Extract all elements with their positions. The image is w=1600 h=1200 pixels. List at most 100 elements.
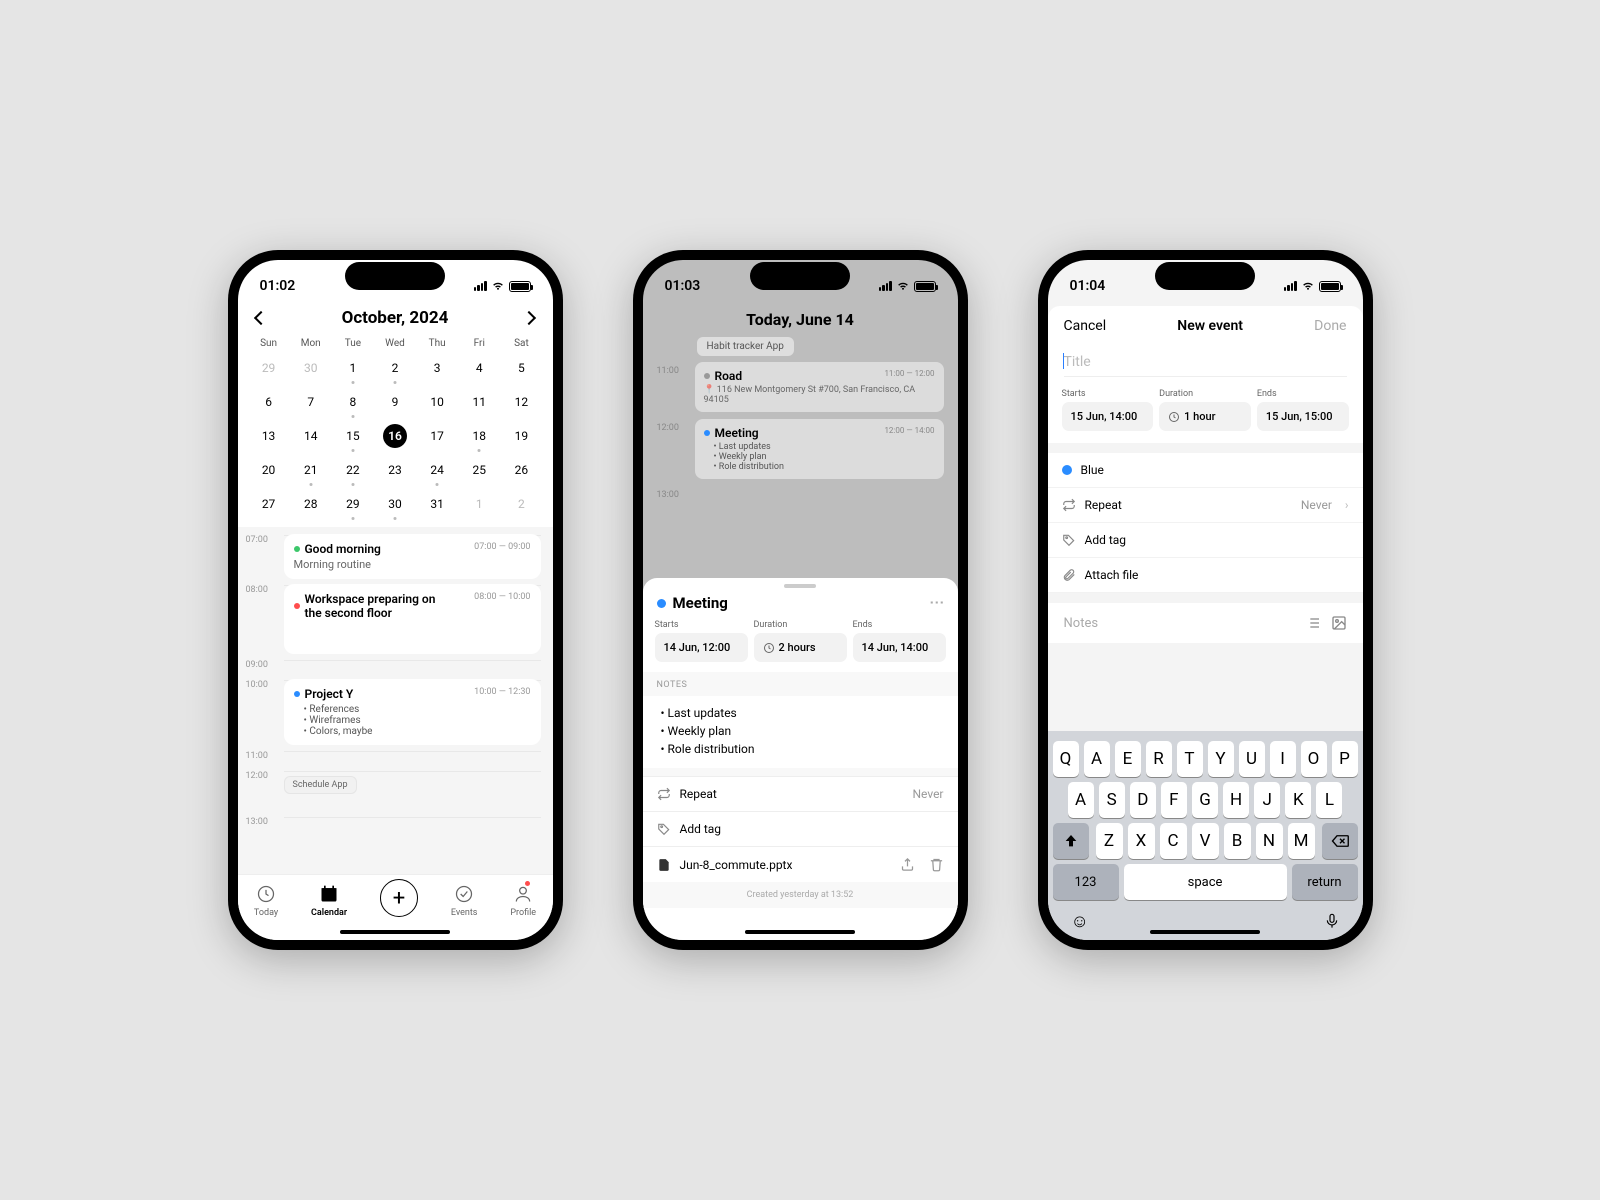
calendar-day[interactable]: 8: [332, 385, 374, 419]
image-icon[interactable]: [1331, 615, 1347, 631]
calendar-day[interactable]: 10: [416, 385, 458, 419]
month-title[interactable]: October, 2024: [342, 308, 449, 328]
tab-events[interactable]: Events: [451, 883, 478, 918]
calendar-day[interactable]: 16: [374, 419, 416, 453]
event-card[interactable]: 08:00 — 10:00 Workspace preparing on the…: [284, 584, 541, 654]
key[interactable]: M: [1288, 823, 1315, 859]
calendar-day[interactable]: 4: [458, 351, 500, 385]
trash-icon[interactable]: [929, 857, 944, 872]
mic-key[interactable]: [1324, 911, 1340, 932]
add-tag-row[interactable]: Add tag: [1048, 523, 1363, 558]
ends-button[interactable]: 14 Jun, 14:00: [853, 633, 946, 662]
notes-input[interactable]: Notes: [1048, 603, 1363, 643]
key[interactable]: X: [1128, 823, 1155, 859]
key[interactable]: V: [1192, 823, 1219, 859]
key[interactable]: S: [1099, 782, 1125, 818]
home-indicator[interactable]: [745, 930, 855, 934]
key[interactable]: Q: [1053, 741, 1079, 777]
calendar-day[interactable]: 6: [248, 385, 290, 419]
more-icon[interactable]: ⋮: [928, 596, 944, 611]
next-month-button[interactable]: [522, 311, 536, 325]
calendar-day[interactable]: 30: [374, 487, 416, 521]
calendar-day[interactable]: 2: [374, 351, 416, 385]
key[interactable]: K: [1285, 782, 1311, 818]
key[interactable]: A: [1068, 782, 1094, 818]
calendar-day[interactable]: 20: [248, 453, 290, 487]
event-badge[interactable]: Schedule App: [284, 776, 357, 794]
calendar-day[interactable]: 11: [458, 385, 500, 419]
key[interactable]: T: [1177, 741, 1203, 777]
home-indicator[interactable]: [1150, 930, 1260, 934]
shift-key[interactable]: [1053, 823, 1089, 859]
key[interactable]: A: [1084, 741, 1110, 777]
timeline[interactable]: 07:00 07:00 — 09:00 Good morning Morning…: [238, 527, 553, 874]
keyboard[interactable]: QAERTYUIOP ASDFGHJKL ZXCVBNM 123 space r…: [1048, 731, 1363, 940]
key[interactable]: N: [1256, 823, 1283, 859]
done-button[interactable]: Done: [1314, 318, 1346, 334]
list-icon[interactable]: [1305, 615, 1321, 631]
calendar-day[interactable]: 28: [290, 487, 332, 521]
ends-button[interactable]: 15 Jun, 15:00: [1257, 402, 1349, 431]
calendar-day[interactable]: 23: [374, 453, 416, 487]
key[interactable]: E: [1115, 741, 1141, 777]
event-sheet[interactable]: Meeting ⋮ Starts14 Jun, 12:00 Duration2 …: [643, 578, 958, 940]
add-event-button[interactable]: +: [380, 879, 418, 917]
color-row[interactable]: Blue: [1048, 453, 1363, 488]
duration-button[interactable]: 1 hour: [1159, 402, 1251, 431]
calendar-day[interactable]: 24: [416, 453, 458, 487]
return-key[interactable]: return: [1292, 864, 1358, 900]
key[interactable]: L: [1316, 782, 1342, 818]
repeat-row[interactable]: Repeat Never ›: [1048, 488, 1363, 523]
calendar-day[interactable]: 1: [332, 351, 374, 385]
calendar-day[interactable]: 25: [458, 453, 500, 487]
calendar-day[interactable]: 14: [290, 419, 332, 453]
tab-today[interactable]: Today: [254, 883, 278, 918]
calendar-day[interactable]: 30: [290, 351, 332, 385]
key[interactable]: F: [1161, 782, 1187, 818]
calendar-day[interactable]: 3: [416, 351, 458, 385]
cancel-button[interactable]: Cancel: [1064, 318, 1107, 334]
repeat-row[interactable]: Repeat Never: [643, 776, 958, 811]
key[interactable]: J: [1254, 782, 1280, 818]
calendar-day[interactable]: 29: [332, 487, 374, 521]
key[interactable]: U: [1239, 741, 1265, 777]
calendar-day[interactable]: 12: [500, 385, 542, 419]
calendar-grid[interactable]: 2930123456789101112131415161718192021222…: [238, 351, 553, 527]
key[interactable]: H: [1223, 782, 1249, 818]
key[interactable]: I: [1270, 741, 1296, 777]
space-key[interactable]: space: [1124, 864, 1287, 900]
calendar-day[interactable]: 5: [500, 351, 542, 385]
calendar-day[interactable]: 31: [416, 487, 458, 521]
key[interactable]: D: [1130, 782, 1156, 818]
calendar-day[interactable]: 21: [290, 453, 332, 487]
add-tag-row[interactable]: Add tag: [643, 811, 958, 846]
key[interactable]: Y: [1208, 741, 1234, 777]
duration-button[interactable]: 2 hours: [754, 633, 847, 662]
key[interactable]: B: [1224, 823, 1251, 859]
backspace-key[interactable]: [1322, 823, 1358, 859]
calendar-day[interactable]: 19: [500, 419, 542, 453]
key[interactable]: Z: [1096, 823, 1123, 859]
attach-file-row[interactable]: Attach file: [1048, 558, 1363, 593]
key[interactable]: C: [1160, 823, 1187, 859]
share-icon[interactable]: [900, 857, 915, 872]
calendar-day[interactable]: 17: [416, 419, 458, 453]
calendar-day[interactable]: 9: [374, 385, 416, 419]
sheet-handle[interactable]: [784, 584, 816, 588]
event-card[interactable]: 10:00 — 12:30 Project Y ReferencesWirefr…: [284, 679, 541, 745]
calendar-day[interactable]: 15: [332, 419, 374, 453]
key[interactable]: R: [1146, 741, 1172, 777]
numeric-key[interactable]: 123: [1053, 864, 1119, 900]
tab-profile[interactable]: Profile: [510, 883, 536, 918]
calendar-day[interactable]: 29: [248, 351, 290, 385]
calendar-day[interactable]: 2: [500, 487, 542, 521]
event-card[interactable]: 07:00 — 09:00 Good morning Morning routi…: [284, 534, 541, 579]
calendar-day[interactable]: 26: [500, 453, 542, 487]
prev-month-button[interactable]: [253, 311, 267, 325]
key[interactable]: P: [1332, 741, 1358, 777]
tab-calendar[interactable]: Calendar: [311, 883, 347, 918]
calendar-day[interactable]: 18: [458, 419, 500, 453]
starts-button[interactable]: 14 Jun, 12:00: [655, 633, 748, 662]
title-input[interactable]: Title: [1064, 348, 1347, 377]
key[interactable]: O: [1301, 741, 1327, 777]
